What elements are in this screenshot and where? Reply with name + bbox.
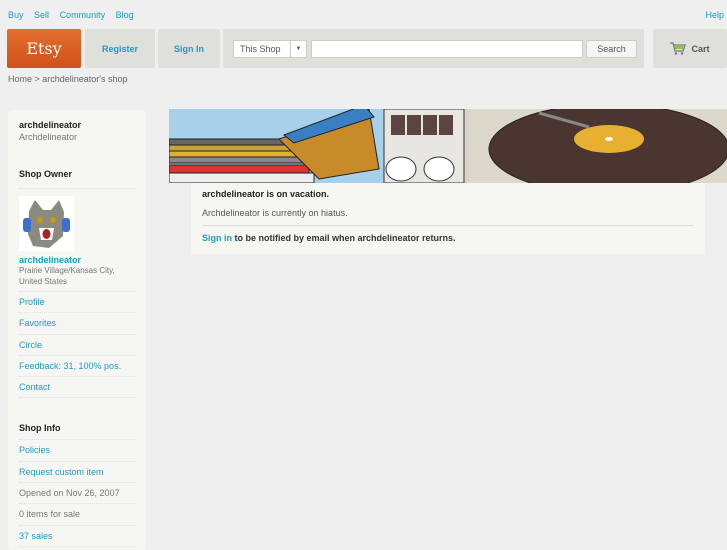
- search-button[interactable]: Search: [586, 40, 637, 58]
- owner-location: Prairie Village/Kansas City, United Stat…: [19, 265, 135, 292]
- search-input[interactable]: [311, 40, 583, 58]
- cart-button[interactable]: Cart: [653, 29, 727, 68]
- register-button[interactable]: Register: [85, 29, 155, 68]
- profile-link[interactable]: Profile: [19, 292, 135, 314]
- shop-banner: [169, 109, 727, 183]
- cart-label: Cart: [691, 43, 710, 54]
- favorites-link[interactable]: Favorites: [19, 313, 135, 335]
- top-nav: Buy Sell Community Blog: [8, 10, 142, 20]
- items-for-sale: 0 items for sale: [19, 504, 135, 526]
- shop-owner-heading: Shop Owner: [19, 169, 73, 179]
- breadcrumb: Home > archdelineator's shop: [8, 74, 128, 84]
- shop-name: archdelineator: [19, 120, 82, 130]
- chevron-down-icon: ▼: [290, 41, 306, 57]
- help-link[interactable]: Help: [705, 10, 724, 20]
- cart-icon: [670, 42, 687, 55]
- request-custom-link[interactable]: Request custom item: [19, 462, 135, 484]
- vacation-title: archdelineator is on vacation.: [202, 189, 330, 199]
- policies-link[interactable]: Policies: [19, 440, 135, 462]
- nav-community[interactable]: Community: [60, 10, 106, 20]
- scope-label: This Shop: [240, 44, 281, 54]
- feedback-link[interactable]: Feedback: 31, 100% pos.: [19, 356, 135, 378]
- vacation-notice: archdelineator is on vacation. Archdelin…: [191, 183, 705, 254]
- signin-notify: Sign in to be notified by email when arc…: [202, 233, 694, 243]
- sign-in-button[interactable]: Sign In: [158, 29, 220, 68]
- vacation-message: Archdelineator is currently on hiatus.: [202, 208, 694, 226]
- etsy-logo[interactable]: Etsy: [7, 29, 81, 68]
- circle-link[interactable]: Circle: [19, 335, 135, 356]
- nav-sell[interactable]: Sell: [34, 10, 49, 20]
- contact-link[interactable]: Contact: [19, 377, 135, 399]
- sign-in-link[interactable]: Sign in: [202, 233, 232, 243]
- shop-title: Archdelineator: [19, 132, 78, 142]
- sales-link[interactable]: 37 sales: [19, 526, 135, 547]
- nav-buy[interactable]: Buy: [8, 10, 24, 20]
- search-scope-select[interactable]: This Shop ▼: [233, 40, 307, 58]
- signin-notify-text: to be notified by email when archdelinea…: [232, 233, 456, 243]
- sidebar: archdelineator Archdelineator Shop Owner…: [8, 110, 146, 550]
- owner-name-link[interactable]: archdelineator: [19, 255, 135, 265]
- opened-date: Opened on Nov 26, 2007: [19, 483, 135, 505]
- shop-info-heading: Shop Info: [19, 423, 135, 441]
- search-bar: This Shop ▼ Search: [223, 29, 644, 68]
- nav-blog[interactable]: Blog: [116, 10, 134, 20]
- avatar[interactable]: [19, 196, 74, 251]
